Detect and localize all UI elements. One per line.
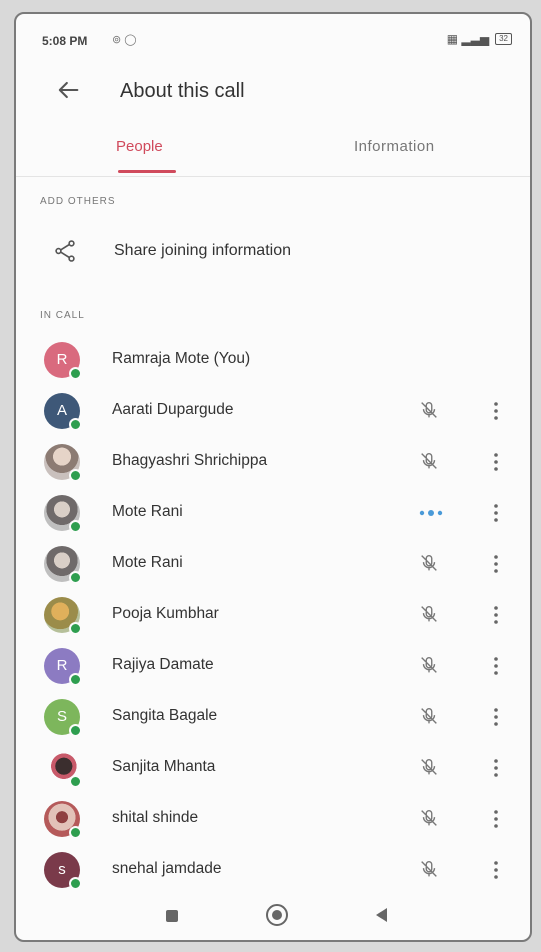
participant-row[interactable]: Pooja Kumbhar [16,591,530,641]
share-label: Share joining information [114,242,291,259]
avatar [44,444,82,482]
tab-indicator [118,170,176,173]
mic-off-icon [421,605,437,622]
participant-row[interactable]: Mote Rani [16,540,530,590]
avatar [44,597,82,635]
notification-icons: ⊚ ◯ [112,34,137,46]
avatar: S [44,699,82,737]
participant-row[interactable]: Bhagyashri Shrichippa [16,438,530,488]
avatar [44,750,82,788]
more-options-icon[interactable] [490,450,502,474]
online-dot [69,826,82,839]
avatar [44,546,82,584]
system-back-button[interactable] [376,908,387,922]
mic-off-icon [421,554,437,571]
system-nav-bar [16,894,530,940]
participant-name: Aarati Dupargude [112,401,234,418]
more-options-icon[interactable] [490,552,502,576]
section-in-call: IN CALL [40,310,85,321]
participant-row[interactable]: R Ramraja Mote (You) [16,336,530,386]
participant-name: snehal jamdade [112,860,222,877]
signal-icon: ▦ ▂▃▅ [446,32,490,46]
recents-button[interactable] [166,910,178,922]
tab-people[interactable]: People [116,138,163,155]
more-options-icon[interactable] [490,807,502,831]
participant-name: Mote Rani [112,503,183,520]
more-options-icon[interactable] [490,399,502,423]
more-options-icon[interactable] [490,858,502,882]
status-bar: 5:08 PM ⊚ ◯ ▦ ▂▃▅ 32 [16,14,530,54]
mic-off-icon [421,656,437,673]
more-options-icon[interactable] [490,756,502,780]
participant-row[interactable]: R Rajiya Damate [16,642,530,692]
online-dot [69,724,82,737]
participant-name: Mote Rani [112,554,183,571]
online-dot [69,775,82,788]
more-options-icon[interactable] [490,603,502,627]
more-options-icon[interactable] [490,654,502,678]
participant-row[interactable]: s snehal jamdade [16,846,530,896]
online-dot [69,673,82,686]
participant-name: Pooja Kumbhar [112,605,219,622]
mic-off-icon [421,452,437,469]
share-icon [55,240,75,262]
mic-off-icon [421,860,437,877]
section-add-others: ADD OTHERS [40,196,116,207]
avatar: R [44,342,82,380]
participant-name: Sangita Bagale [112,707,218,724]
participant-row[interactable]: shital shinde [16,795,530,845]
online-dot [69,571,82,584]
status-time: 5:08 PM [42,34,88,48]
participant-name: Rajiya Damate [112,656,214,673]
mic-off-icon [421,809,437,826]
online-dot [69,520,82,533]
online-dot [69,622,82,635]
avatar: A [44,393,82,431]
more-options-icon[interactable] [490,501,502,525]
tab-information[interactable]: Information [354,138,435,155]
mic-off-icon [421,401,437,418]
app-bar: About this call [16,66,530,114]
participant-row[interactable]: A Aarati Dupargude [16,387,530,437]
participant-row[interactable]: Mote Rani [16,489,530,539]
mic-off-icon [421,758,437,775]
status-icons: ▦ ▂▃▅ 32 [447,32,512,46]
online-dot [69,469,82,482]
online-dot [69,418,82,431]
participant-name: Sanjita Mhanta [112,758,216,775]
avatar: s [44,852,82,890]
home-button[interactable] [266,904,288,926]
online-dot [69,877,82,890]
mic-off-icon [421,707,437,724]
avatar [44,801,82,839]
participant-row[interactable]: Sanjita Mhanta [16,744,530,794]
participant-name: Ramraja Mote (You) [112,350,251,367]
speaking-indicator-icon [419,510,443,516]
participant-name: Bhagyashri Shrichippa [112,452,268,469]
back-arrow-icon[interactable] [54,76,82,104]
avatar [44,495,82,533]
phone-screen: 5:08 PM ⊚ ◯ ▦ ▂▃▅ 32 About this call Peo… [14,12,532,942]
participant-name: shital shinde [112,809,199,826]
avatar: R [44,648,82,686]
participant-row[interactable]: S Sangita Bagale [16,693,530,743]
share-joining-info-button[interactable]: Share joining information [16,228,530,274]
tab-bar: People Information [16,124,530,177]
more-options-icon[interactable] [490,705,502,729]
battery-icon: 32 [495,33,512,45]
online-dot [69,367,82,380]
page-title: About this call [120,80,245,102]
